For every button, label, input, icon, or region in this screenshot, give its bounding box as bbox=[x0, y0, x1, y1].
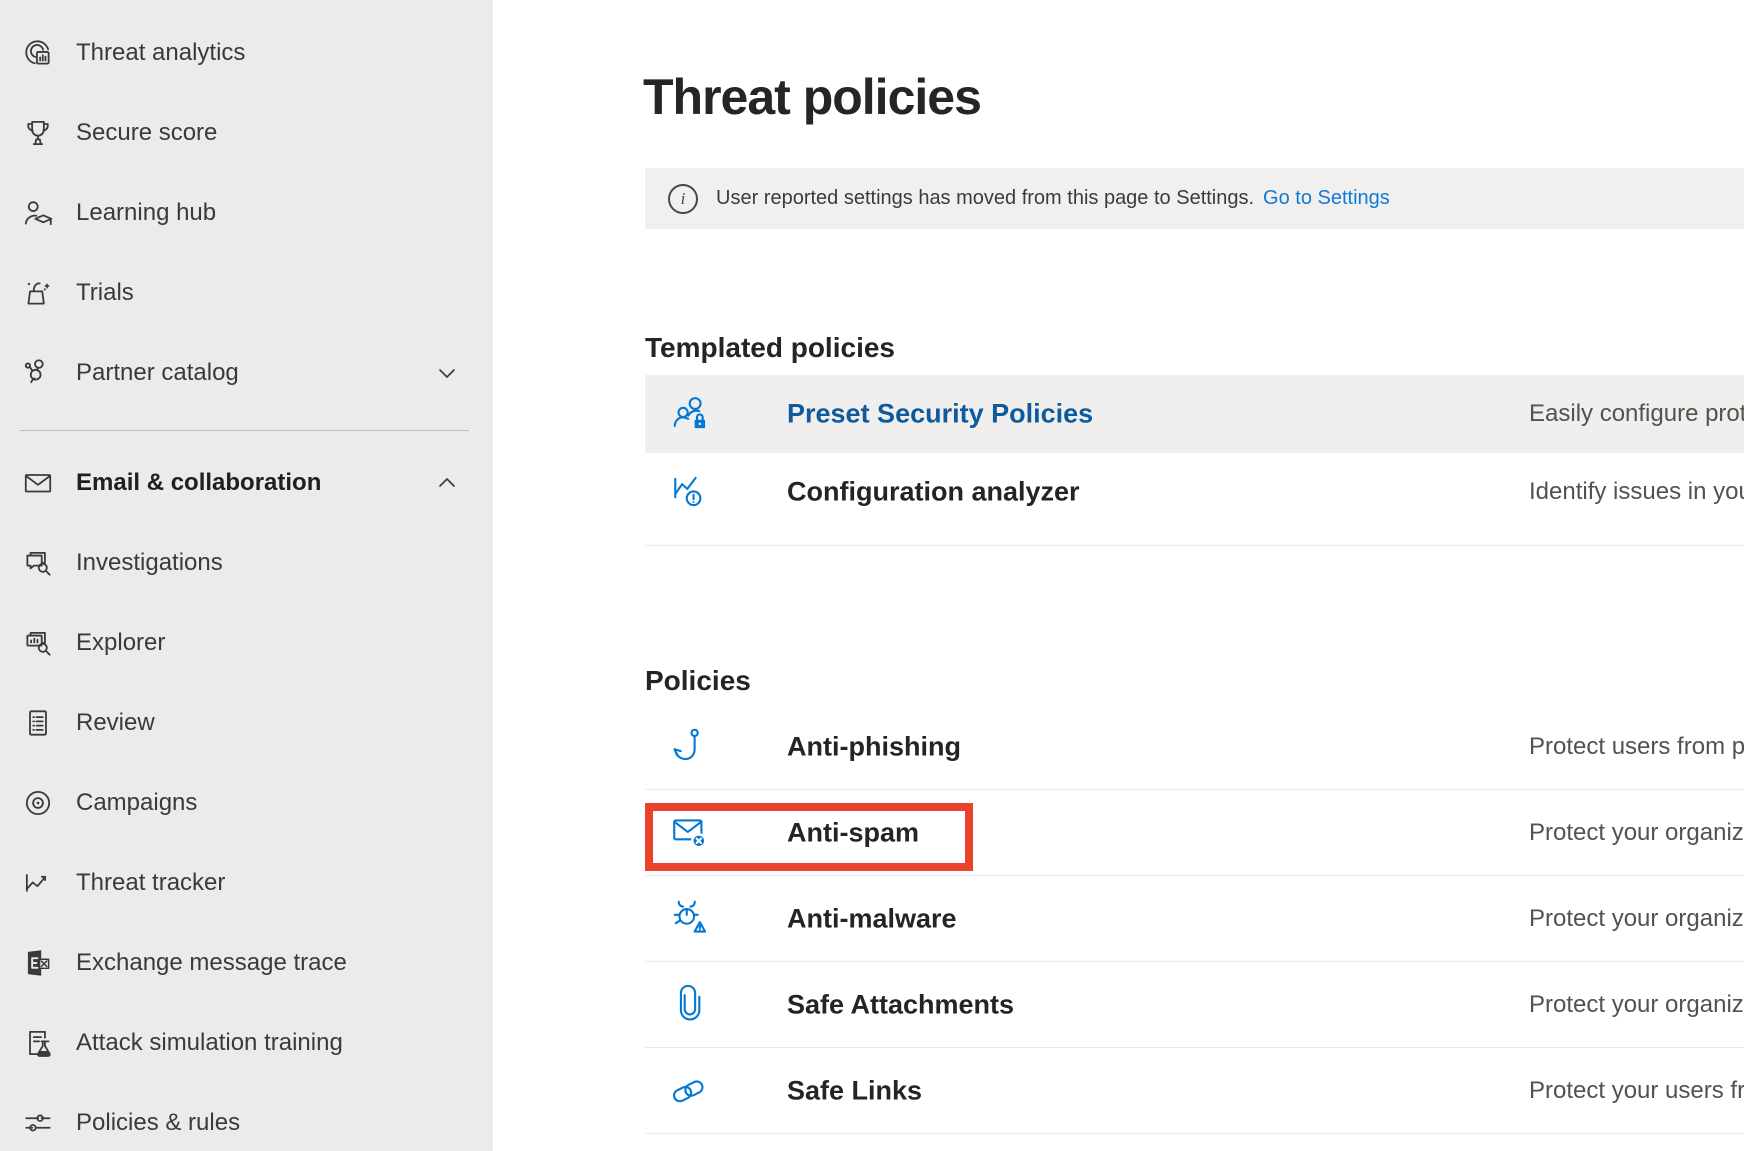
row-configuration-analyzer[interactable]: Configuration analyzer Identify issues i… bbox=[645, 453, 1744, 531]
configuration-analyzer-icon bbox=[669, 469, 715, 515]
sidebar-item-label: Exchange message trace bbox=[76, 949, 347, 977]
row-preset-security-policies[interactable]: Preset Security Policies Easily configur… bbox=[645, 375, 1744, 453]
sidebar-item-label: Email & collaboration bbox=[76, 469, 321, 497]
sidebar-item-secure-score[interactable]: Secure score bbox=[0, 93, 493, 173]
row-description: Protect users from p bbox=[1529, 733, 1744, 761]
row-anti-spam[interactable]: Anti-spam Protect your organiz bbox=[645, 790, 1744, 876]
templated-policies-rows: Preset Security Policies Easily configur… bbox=[645, 375, 1744, 531]
row-label: Safe Links bbox=[787, 1075, 922, 1106]
sidebar-item-label: Policies & rules bbox=[76, 1109, 240, 1137]
sidebar-item-learning-hub[interactable]: Learning hub bbox=[0, 173, 493, 253]
row-anti-phishing[interactable]: Anti-phishing Protect users from p bbox=[645, 704, 1744, 790]
info-icon: i bbox=[668, 184, 698, 214]
sidebar-item-campaigns[interactable]: Campaigns bbox=[0, 763, 493, 843]
investigations-icon bbox=[21, 546, 55, 580]
sidebar-item-label: Secure score bbox=[76, 119, 217, 147]
sidebar-item-attack-simulation-training[interactable]: Attack simulation training bbox=[0, 1003, 493, 1083]
section-divider bbox=[645, 545, 1744, 546]
sidebar-divider bbox=[20, 430, 469, 431]
row-description: Protect your organiz bbox=[1529, 991, 1744, 1019]
banner-text: User reported settings has moved from th… bbox=[716, 187, 1254, 210]
sidebar-item-email-collaboration[interactable]: Email & collaboration bbox=[0, 443, 493, 523]
sidebar-item-label: Trials bbox=[76, 279, 134, 307]
chevron-down-icon[interactable] bbox=[434, 360, 460, 386]
threat-tracker-icon bbox=[21, 866, 55, 900]
partner-catalog-icon bbox=[21, 356, 55, 390]
row-label: Preset Security Policies bbox=[787, 399, 1093, 430]
row-label: Anti-phishing bbox=[787, 731, 961, 762]
row-safe-links[interactable]: Safe Links Protect your users fr bbox=[645, 1048, 1744, 1134]
row-label: Configuration analyzer bbox=[787, 477, 1080, 508]
sidebar-item-label: Review bbox=[76, 709, 155, 737]
row-description: Protect your organiz bbox=[1529, 905, 1744, 933]
sidebar-item-investigations[interactable]: Investigations bbox=[0, 523, 493, 603]
sidebar-item-label: Threat tracker bbox=[76, 869, 225, 897]
threat-analytics-icon bbox=[21, 36, 55, 70]
row-label: Anti-malware bbox=[787, 903, 957, 934]
sidebar-item-explorer[interactable]: Explorer bbox=[0, 603, 493, 683]
trials-icon bbox=[21, 276, 55, 310]
row-label: Anti-spam bbox=[787, 817, 919, 848]
sidebar-item-label: Campaigns bbox=[76, 789, 197, 817]
sidebar-item-label: Investigations bbox=[76, 549, 223, 577]
sidebar-item-label: Attack simulation training bbox=[76, 1029, 343, 1057]
row-description: Protect your users fr bbox=[1529, 1077, 1744, 1105]
sidebar-item-review[interactable]: Review bbox=[0, 683, 493, 763]
row-description: Easily configure prot bbox=[1529, 400, 1744, 428]
row-anti-malware[interactable]: Anti-malware Protect your organiz bbox=[645, 876, 1744, 962]
row-safe-attachments[interactable]: Safe Attachments Protect your organiz bbox=[645, 962, 1744, 1048]
anti-phishing-icon bbox=[669, 724, 715, 770]
explorer-icon bbox=[21, 626, 55, 660]
row-description: Identify issues in you bbox=[1529, 478, 1744, 506]
attack-simulation-icon bbox=[21, 1026, 55, 1060]
policies-rows: Anti-phishing Protect users from p Anti-… bbox=[645, 704, 1744, 1134]
sidebar-item-threat-analytics[interactable]: Threat analytics bbox=[0, 13, 493, 93]
page-title: Threat policies bbox=[643, 68, 981, 126]
policies-heading: Policies bbox=[645, 665, 751, 697]
sidebar-item-exchange-message-trace[interactable]: Exchange message trace bbox=[0, 923, 493, 1003]
safe-attachments-icon bbox=[669, 982, 715, 1028]
review-icon bbox=[21, 706, 55, 740]
sidebar-nav: Threat analytics Secure score Learning h… bbox=[0, 0, 493, 1151]
templated-policies-heading: Templated policies bbox=[645, 332, 895, 364]
policies-rules-icon bbox=[21, 1106, 55, 1140]
user-reported-settings-banner: i User reported settings has moved from … bbox=[645, 168, 1744, 229]
exchange-icon bbox=[21, 946, 55, 980]
sidebar-item-trials[interactable]: Trials bbox=[0, 253, 493, 333]
campaigns-icon bbox=[21, 786, 55, 820]
safe-links-icon bbox=[669, 1068, 715, 1114]
row-label: Safe Attachments bbox=[787, 989, 1014, 1020]
go-to-settings-link[interactable]: Go to Settings bbox=[1263, 187, 1390, 210]
chevron-up-icon[interactable] bbox=[434, 470, 460, 496]
sidebar-item-label: Threat analytics bbox=[76, 39, 245, 67]
learning-hub-icon bbox=[21, 196, 55, 230]
row-description: Protect your organiz bbox=[1529, 819, 1744, 847]
anti-malware-icon bbox=[669, 896, 715, 942]
mail-icon bbox=[21, 466, 55, 500]
sidebar-item-policies-rules[interactable]: Policies & rules bbox=[0, 1083, 493, 1151]
sidebar-item-partner-catalog[interactable]: Partner catalog bbox=[0, 333, 493, 413]
sidebar-item-label: Explorer bbox=[76, 629, 165, 657]
main-content: Threat policies i User reported settings… bbox=[493, 0, 1744, 1151]
anti-spam-icon bbox=[669, 810, 715, 856]
trophy-icon bbox=[21, 116, 55, 150]
sidebar-item-label: Partner catalog bbox=[76, 359, 239, 387]
defender-portal-window: Threat analytics Secure score Learning h… bbox=[0, 0, 1744, 1151]
preset-security-icon bbox=[669, 391, 715, 437]
sidebar-item-label: Learning hub bbox=[76, 199, 216, 227]
sidebar-item-threat-tracker[interactable]: Threat tracker bbox=[0, 843, 493, 923]
